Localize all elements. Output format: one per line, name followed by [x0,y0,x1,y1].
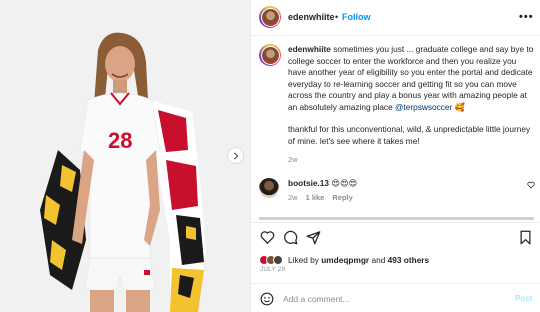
comment-username[interactable]: bootsie.13 [288,178,329,188]
bookmark-icon[interactable] [518,230,533,245]
caption-emoji: 🥰 [454,101,465,112]
post-side-panel: edenwhiite • Follow ••• edenwhiite somet… [250,0,540,312]
post-comment-button[interactable]: Post [515,294,532,303]
comment-meta: 2w 1 like Reply [288,193,353,202]
follow-button[interactable]: Follow [342,12,371,22]
heart-icon[interactable] [260,230,275,245]
post-photo[interactable]: 28 [0,0,250,312]
comment: bootsie.13 😍😍😍 [288,178,357,188]
caption-mention[interactable]: @terpswsoccer [395,102,452,112]
next-photo-button[interactable] [227,147,244,164]
author-username[interactable]: edenwhiite [288,12,335,22]
post-header: edenwhiite • Follow ••• [251,0,540,36]
jersey-number: 28 [108,128,132,153]
action-bar [251,222,540,252]
share-icon[interactable] [306,230,321,245]
likes-connector: and [371,255,386,265]
likes-others[interactable]: 493 others [388,255,430,265]
liker-avatar [273,255,283,265]
caption-timestamp[interactable]: 2w [288,155,298,164]
commenter-avatar[interactable] [259,178,279,198]
comment-input[interactable] [283,291,503,306]
comment-like-heart-icon[interactable] [527,181,535,189]
caption-text-2: thankful for this unconventional, wild, … [288,124,531,146]
add-comment-bar: Post [251,283,540,312]
likes-user[interactable]: umdeqpmgr [321,255,369,265]
likes-prefix: Liked by [288,255,319,265]
likes-summary: Liked by umdeqpmgr and 493 others [259,253,429,267]
more-options-icon[interactable]: ••• [519,11,534,23]
caption-author[interactable]: edenwhiite [288,44,331,54]
emoji-icon[interactable] [260,292,274,306]
player-photo: 28 [0,0,250,312]
post-date[interactable]: JULY 28 [260,266,285,273]
comment-body: 😍😍😍 [331,178,358,188]
chevron-right-icon [233,151,238,160]
comment-time[interactable]: 2w [288,193,298,202]
caption-author-avatar[interactable] [259,44,281,66]
post-caption: edenwhiite sometimes you just ... gradua… [288,44,534,147]
comment-icon[interactable] [283,230,298,245]
comment-likes[interactable]: 1 like [306,193,325,202]
next-comment-partial [259,215,534,221]
reply-button[interactable]: Reply [332,193,352,202]
author-avatar[interactable] [259,6,281,28]
separator-dot: • [335,12,339,22]
